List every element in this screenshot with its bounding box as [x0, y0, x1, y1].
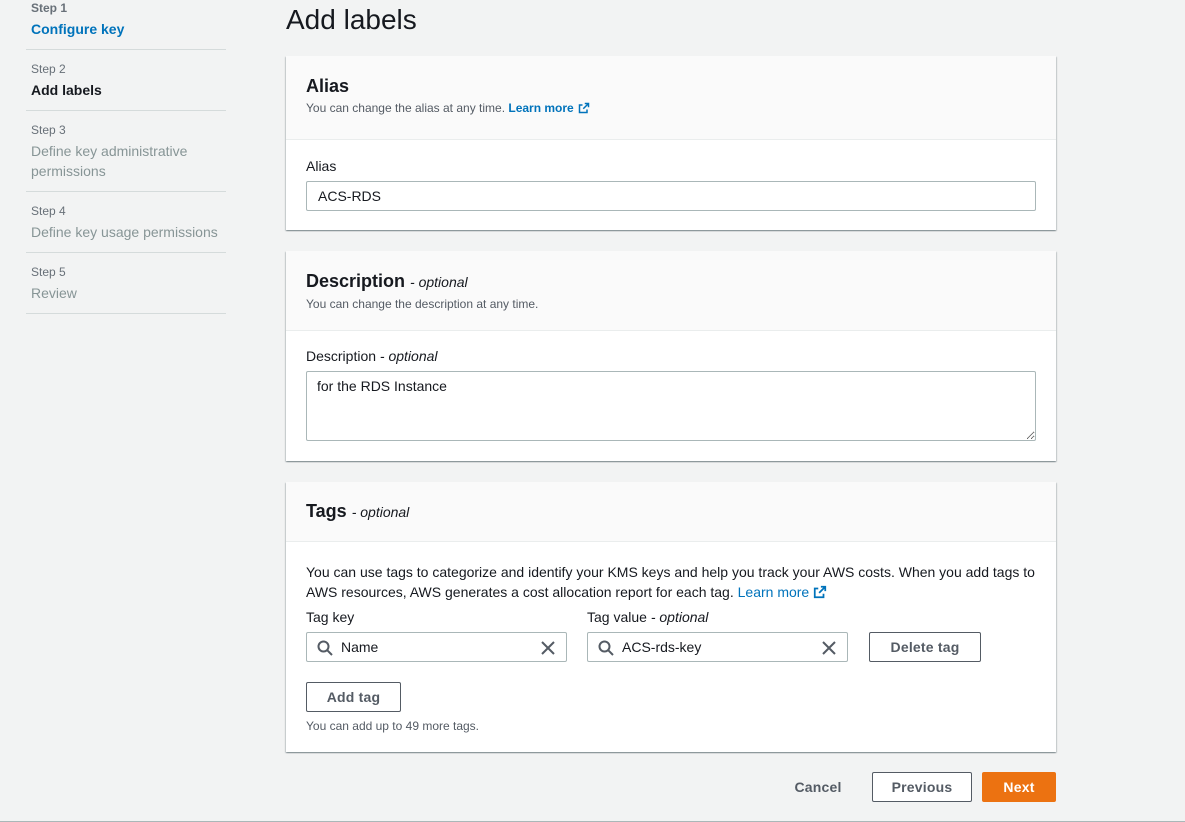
- step-number: Step 1: [31, 1, 68, 15]
- step-define-key-usage-permissions: Step 4 Define key usage permissions: [26, 192, 226, 253]
- optional-label: - optional: [410, 274, 468, 290]
- remaining-tags-hint: You can add up to 49 more tags.: [306, 719, 480, 733]
- tag-row: Delete tag: [306, 632, 1036, 662]
- step-define-key-admin-permissions: Step 3 Define key administrative permiss…: [26, 111, 226, 192]
- alias-panel-description: You can change the alias at any time. Le…: [306, 100, 1036, 116]
- step-label: Add labels: [31, 82, 102, 98]
- optional-label: - optional: [351, 504, 410, 520]
- tag-value-label-text: Tag value: [587, 609, 647, 625]
- search-icon: [317, 640, 333, 656]
- description-panel-title: Description - optional: [306, 270, 1036, 293]
- tag-labels-row: Tag key Tag value - optional: [306, 607, 1036, 627]
- step-label: Review: [31, 285, 77, 301]
- step-configure-key[interactable]: Step 1 Configure key: [26, 0, 226, 50]
- description-title-text: Description: [306, 271, 406, 291]
- tags-info-text: You can use tags to categorize and ident…: [306, 562, 1036, 602]
- description-panel-description: You can change the description at any ti…: [306, 297, 539, 311]
- alias-input[interactable]: [306, 181, 1036, 211]
- alias-panel-body: Alias: [286, 140, 1056, 211]
- wizard-steps-nav: Step 1 Configure key Step 2 Add labels S…: [26, 0, 226, 314]
- step-label[interactable]: Configure key: [31, 19, 226, 39]
- learn-more-label: Learn more: [737, 584, 810, 600]
- alias-learn-more-link[interactable]: Learn more: [508, 101, 589, 115]
- external-link-icon: [578, 102, 589, 114]
- alias-panel: Alias You can change the alias at any ti…: [286, 56, 1056, 230]
- step-number: Step 2: [31, 62, 66, 76]
- description-panel: Description - optional You can change th…: [286, 251, 1056, 461]
- previous-button[interactable]: Previous: [872, 772, 972, 802]
- tag-key-field[interactable]: [306, 632, 567, 662]
- step-review: Step 5 Review: [26, 253, 226, 314]
- step-label: Define key usage permissions: [31, 224, 218, 240]
- tags-learn-more-link[interactable]: Learn more: [738, 584, 828, 600]
- delete-tag-button[interactable]: Delete tag: [869, 632, 981, 662]
- close-icon[interactable]: [821, 640, 837, 656]
- step-number: Step 3: [31, 123, 66, 137]
- step-add-labels: Step 2 Add labels: [26, 50, 226, 111]
- description-textarea[interactable]: for the RDS Instance: [306, 371, 1036, 441]
- page-title: Add labels: [286, 4, 417, 35]
- tags-info-description: You can use tags to categorize and ident…: [306, 564, 1035, 600]
- tag-key-input[interactable]: [341, 633, 531, 661]
- add-tag-button[interactable]: Add tag: [306, 682, 401, 712]
- alias-panel-title: Alias: [306, 76, 350, 96]
- description-field-label: Description - optional: [306, 346, 1036, 366]
- optional-label: - optional: [379, 348, 438, 364]
- alias-description-text: You can change the alias at any time.: [306, 101, 506, 115]
- step-number: Step 4: [31, 204, 66, 218]
- close-icon[interactable]: [540, 640, 556, 656]
- external-link-icon: [814, 585, 827, 599]
- alias-panel-header: Alias You can change the alias at any ti…: [286, 56, 1056, 140]
- next-button[interactable]: Next: [982, 772, 1056, 802]
- description-field-label-text: Description: [306, 348, 377, 364]
- step-number: Step 5: [31, 265, 66, 279]
- tags-panel: Tags - optional You can use tags to cate…: [286, 482, 1056, 752]
- search-icon: [598, 640, 614, 656]
- tag-value-field[interactable]: [587, 632, 848, 662]
- cancel-button[interactable]: Cancel: [780, 772, 856, 802]
- tags-panel-header: Tags - optional: [286, 482, 1056, 542]
- description-panel-body: Description - optional for the RDS Insta…: [286, 331, 1056, 441]
- step-label: Define key administrative permissions: [31, 143, 188, 179]
- tags-panel-body: You can use tags to categorize and ident…: [286, 542, 1056, 752]
- description-panel-header: Description - optional You can change th…: [286, 251, 1056, 331]
- tags-title-text: Tags: [306, 501, 347, 521]
- optional-label: - optional: [650, 609, 709, 625]
- tag-value-label: Tag value - optional: [587, 607, 708, 627]
- tags-panel-title: Tags - optional: [306, 500, 1036, 523]
- learn-more-label: Learn more: [508, 101, 574, 115]
- alias-field-label: Alias: [306, 158, 337, 174]
- tag-value-input[interactable]: [622, 633, 812, 661]
- tag-key-label: Tag key: [306, 609, 355, 625]
